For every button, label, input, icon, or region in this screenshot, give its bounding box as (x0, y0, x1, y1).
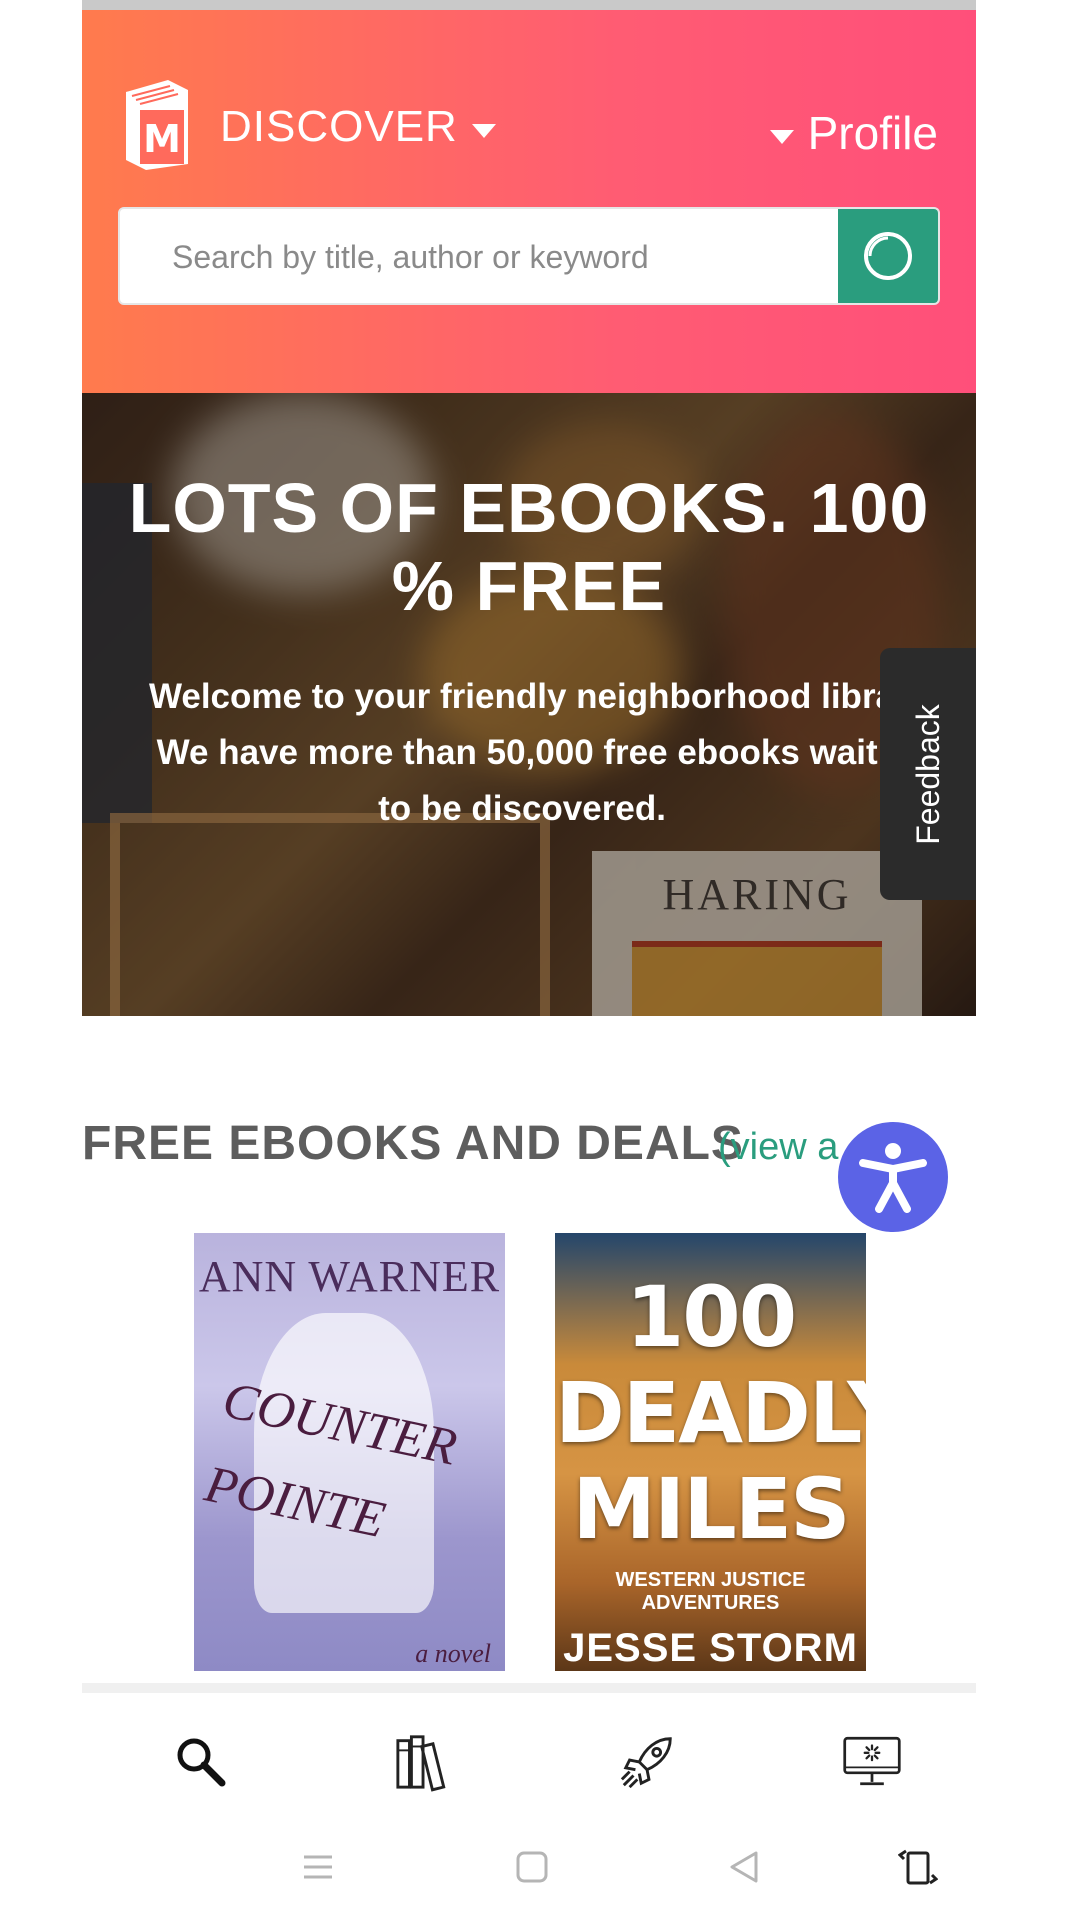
section-title: FREE EBOOKS AND DEALS (82, 1117, 744, 1170)
hero-banner: HARING LOTS OF EBOOKS. 100 % FREE Welcom… (82, 393, 976, 1016)
system-navigation-bar (0, 1815, 1080, 1920)
search-bar (118, 207, 940, 305)
app-header: M DISCOVER Profile (82, 10, 976, 393)
svg-text:M: M (143, 117, 181, 161)
discover-menu[interactable]: DISCOVER (220, 102, 496, 152)
monitor-icon (843, 1736, 901, 1786)
search-icon (864, 232, 912, 280)
tab-library[interactable] (394, 1731, 454, 1792)
discover-label: DISCOVER (220, 102, 458, 151)
app-logo-icon[interactable]: M (118, 72, 194, 172)
books-icon (396, 1735, 446, 1792)
accessibility-icon (859, 1143, 927, 1213)
rocket-icon (620, 1737, 672, 1789)
tab-discover[interactable] (618, 1731, 678, 1791)
status-strip (82, 0, 976, 10)
menu-icon (304, 1855, 332, 1879)
chevron-down-icon (471, 124, 496, 138)
book-title: 100 DEADLY MILES (555, 1269, 866, 1557)
search-input[interactable] (120, 209, 894, 303)
profile-label: Profile (807, 107, 938, 159)
book-subtitle: a novel (415, 1639, 491, 1668)
back-triangle-icon (730, 1851, 758, 1883)
banner-text-line: We have more than 50,000 free ebooks wai… (156, 733, 888, 772)
accessibility-button[interactable] (838, 1122, 948, 1232)
banner-title: LOTS OF EBOOKS. 100 % FREE (128, 469, 930, 625)
rotate-button[interactable] (896, 1845, 940, 1889)
book-title-line: MILES (572, 1460, 850, 1558)
chevron-down-icon (769, 130, 794, 144)
back-button[interactable] (722, 1845, 766, 1889)
book-cover[interactable]: 100 DEADLY MILES WESTERN JUSTICE ADVENTU… (555, 1233, 866, 1671)
profile-menu[interactable]: Profile (769, 106, 938, 160)
menu-button[interactable] (296, 1845, 340, 1889)
rotate-screen-icon (898, 1849, 938, 1885)
home-button[interactable] (510, 1845, 554, 1889)
search-icon (177, 1738, 226, 1787)
book-author: ANN WARNER (198, 1252, 501, 1301)
banner-text-line: to be discovered. (378, 789, 666, 828)
banner-text-line: Welcome to your friendly neighborhood li… (148, 677, 896, 716)
bottom-tab-bar (82, 1683, 976, 1815)
tab-desktop[interactable] (842, 1731, 902, 1791)
home-square-icon (516, 1851, 548, 1883)
view-all-link[interactable]: (view a (718, 1126, 838, 1169)
feedback-tab[interactable]: Feedback (880, 648, 976, 900)
book-series: WESTERN JUSTICE ADVENTURES (615, 1569, 806, 1614)
book-title: COUNTER POINTE (197, 1358, 487, 1580)
book-title-line: 100 (625, 1268, 797, 1366)
book-author: JESSE STORM (563, 1626, 858, 1670)
book-title-line: DEADLY (555, 1364, 866, 1462)
tab-search[interactable] (170, 1731, 230, 1791)
banner-description: Welcome to your friendly neighborhood li… (102, 669, 942, 837)
search-button[interactable] (838, 209, 938, 303)
book-cover[interactable]: ANN WARNER COUNTER POINTE a novel (194, 1233, 505, 1671)
feedback-label: Feedback (909, 703, 946, 845)
